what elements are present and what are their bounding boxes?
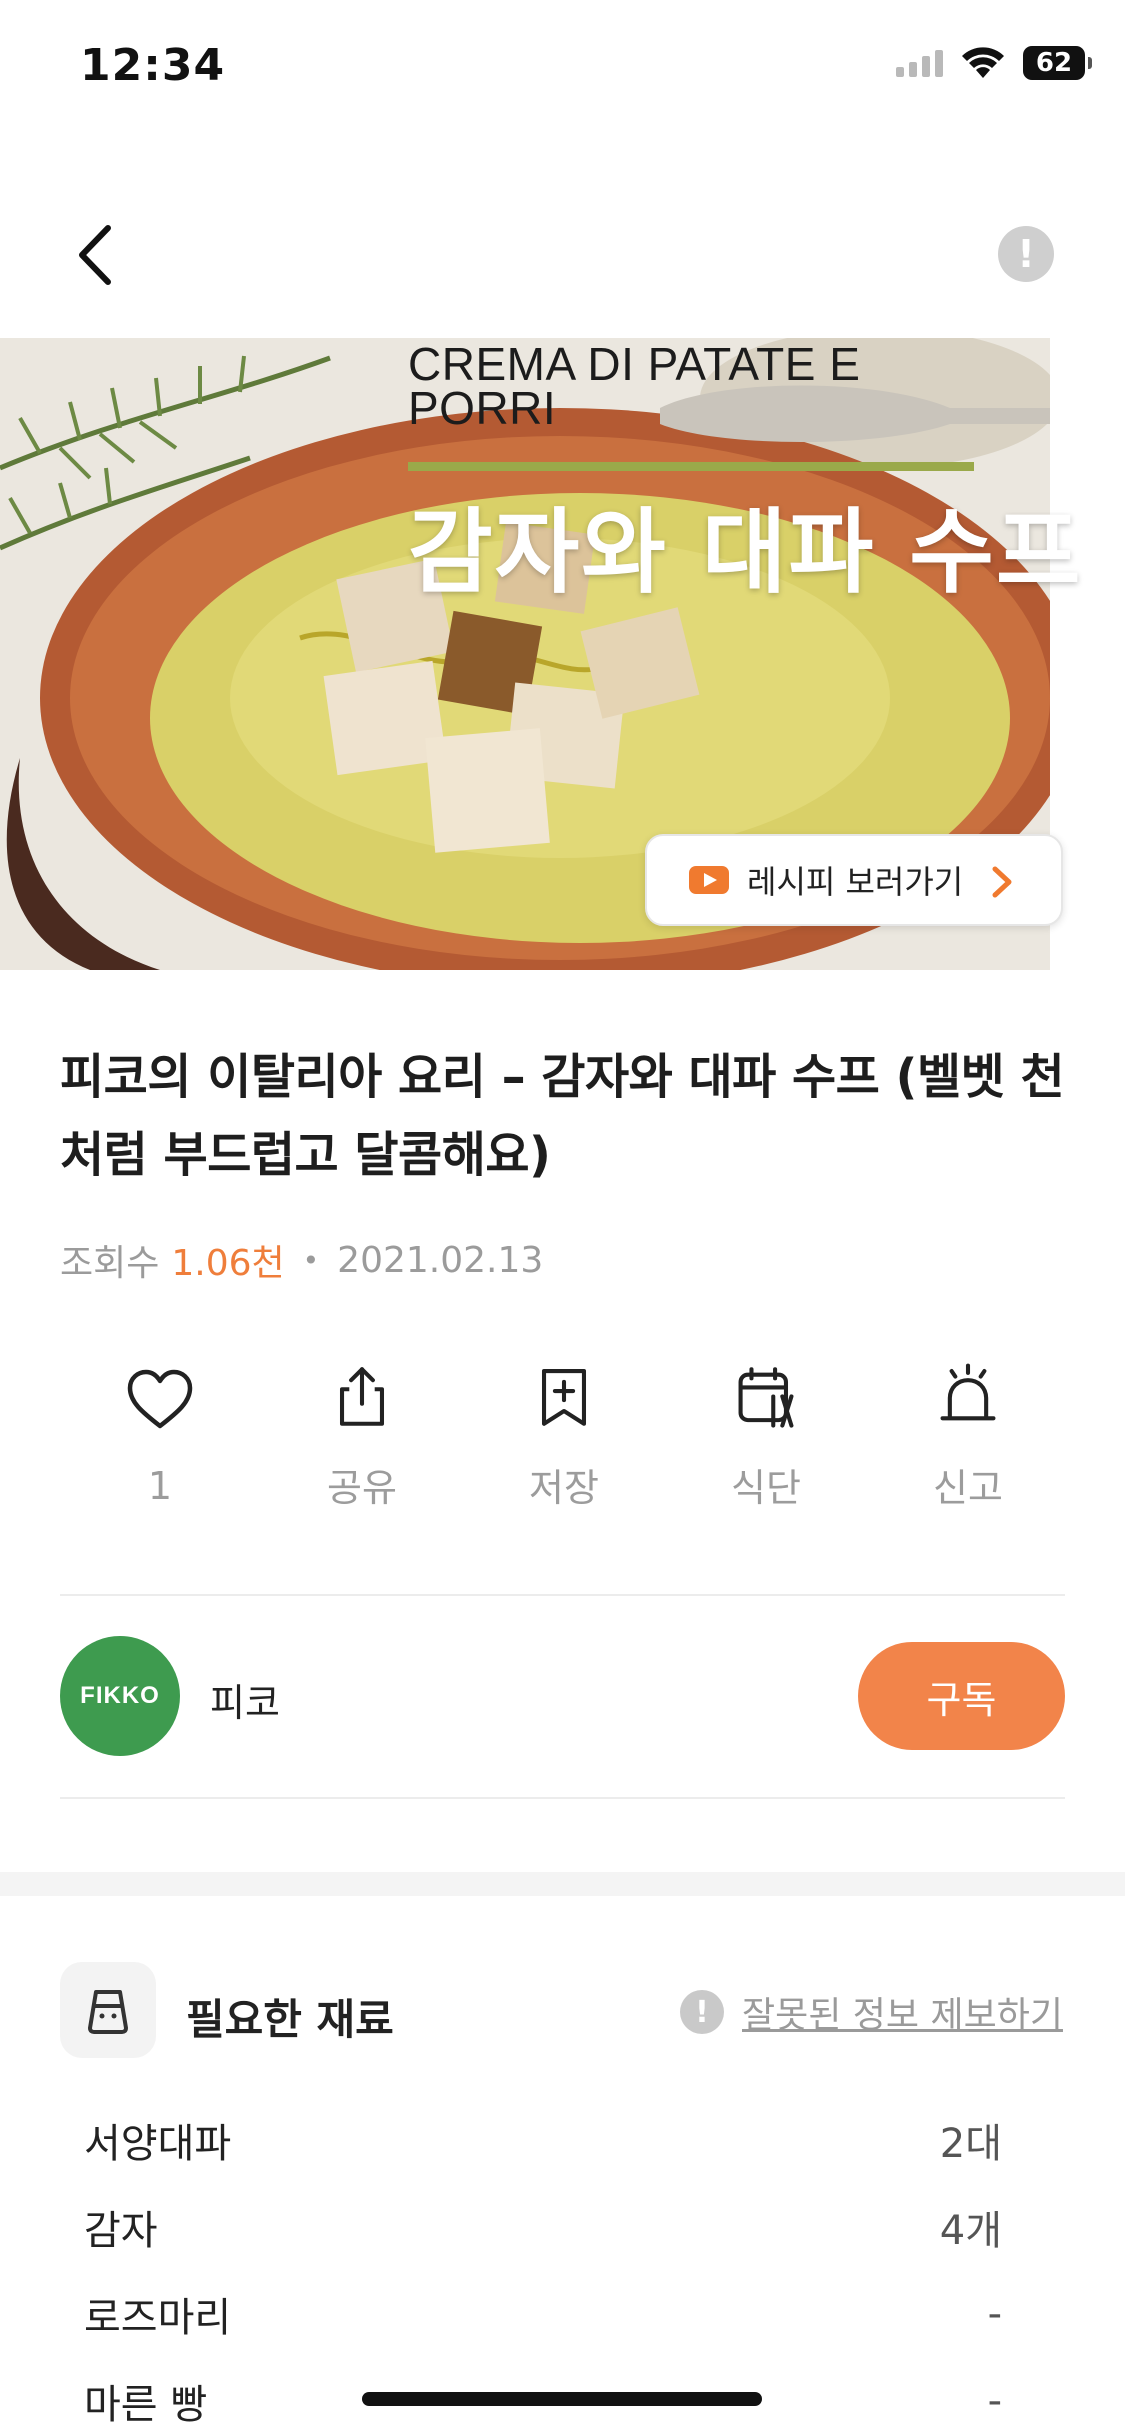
save-button[interactable]: 저장 bbox=[463, 1362, 665, 1512]
views-label: 조회수 bbox=[60, 1243, 160, 1284]
ingredients-icon bbox=[60, 1962, 156, 2058]
alarm-bell-icon bbox=[940, 1363, 996, 1421]
status-time: 12:34 bbox=[80, 40, 226, 91]
meal-plan-label: 식단 bbox=[731, 1466, 801, 1510]
report-wrong-info-label: 잘못된 정보 제보하기 bbox=[742, 1995, 1063, 2036]
post-title: 피코의 이탈리아 요리 – 감자와 대파 수프 (벨벳 천처럼 부드럽고 달콤해… bbox=[60, 1049, 1065, 1183]
status-icons: 62 bbox=[896, 46, 1092, 80]
author-avatar[interactable]: FIKKO bbox=[60, 1636, 180, 1756]
view-recipe-button[interactable]: 레시피 보러가기 bbox=[645, 834, 1063, 926]
subscribe-button[interactable]: 구독 bbox=[858, 1642, 1065, 1750]
ingredient-list: 서양대파 2대 감자 4개 로즈마리 - 마른 빵 - bbox=[84, 2096, 1002, 2436]
youtube-icon bbox=[689, 866, 729, 894]
ingredient-amount: - bbox=[987, 2377, 1002, 2424]
divider bbox=[60, 1594, 1065, 1596]
report-wrong-info-link[interactable]: ! 잘못된 정보 제보하기 bbox=[680, 1986, 1063, 2038]
battery-icon: 62 bbox=[1023, 46, 1092, 80]
save-label: 저장 bbox=[529, 1466, 599, 1510]
like-count: 1 bbox=[147, 1464, 173, 1508]
like-button[interactable]: 1 bbox=[59, 1362, 261, 1512]
signal-icon bbox=[896, 49, 943, 77]
post-date: 2021.02.13 bbox=[337, 1239, 544, 1281]
ingredient-name: 서양대파 bbox=[84, 2120, 232, 2167]
meta-separator: • bbox=[302, 1243, 320, 1277]
ingredient-name: 로즈마리 bbox=[84, 2294, 232, 2341]
status-bar: 12:34 62 bbox=[0, 0, 1125, 140]
ingredient-row: 서양대파 2대 bbox=[84, 2096, 1002, 2183]
heart-icon bbox=[127, 1369, 193, 1429]
divider bbox=[60, 1797, 1065, 1799]
wifi-icon bbox=[962, 47, 1004, 78]
share-button[interactable]: 공유 bbox=[261, 1362, 463, 1512]
ingredient-row: 감자 4개 bbox=[84, 2183, 1002, 2270]
report-label: 신고 bbox=[933, 1466, 1003, 1510]
home-indicator[interactable] bbox=[362, 2392, 762, 2406]
section-separator bbox=[0, 1872, 1125, 1896]
ingredient-name: 감자 bbox=[84, 2207, 158, 2254]
chevron-right-icon bbox=[992, 866, 1012, 898]
meal-calendar-icon bbox=[738, 1367, 794, 1428]
exclamation-icon: ! bbox=[680, 1990, 724, 2034]
post-meta: 조회수 1.06천 • 2021.02.13 bbox=[60, 1234, 543, 1286]
ingredient-amount: 2대 bbox=[939, 2120, 1002, 2167]
ingredient-row: 로즈마리 - bbox=[84, 2270, 1002, 2357]
ingredient-amount: - bbox=[987, 2290, 1002, 2337]
share-label: 공유 bbox=[327, 1466, 397, 1510]
hero-title-rule bbox=[408, 462, 974, 471]
ingredients-title: 필요한 재료 bbox=[186, 1995, 394, 2044]
back-button[interactable] bbox=[68, 220, 124, 290]
ingredient-amount: 4개 bbox=[939, 2207, 1002, 2254]
action-bar: 1 공유 저장 식단 신고 bbox=[59, 1362, 1069, 1512]
author-name[interactable]: 피코 bbox=[210, 1672, 280, 1727]
share-icon bbox=[339, 1367, 385, 1426]
report-button[interactable]: 신고 bbox=[867, 1362, 1069, 1512]
bookmark-add-icon bbox=[541, 1369, 587, 1426]
report-icon[interactable]: ! bbox=[998, 226, 1054, 282]
meal-plan-button[interactable]: 식단 bbox=[665, 1362, 867, 1512]
hero-title-korean: 감자와 대파 수프 bbox=[408, 499, 1083, 606]
hero-title-italian: CREMA DI PATATE E PORRI bbox=[408, 338, 861, 434]
view-recipe-label: 레시피 보러가기 bbox=[747, 863, 964, 901]
ingredient-name: 마른 빵 bbox=[84, 2381, 208, 2428]
views-count: 1.06천 bbox=[171, 1243, 285, 1284]
